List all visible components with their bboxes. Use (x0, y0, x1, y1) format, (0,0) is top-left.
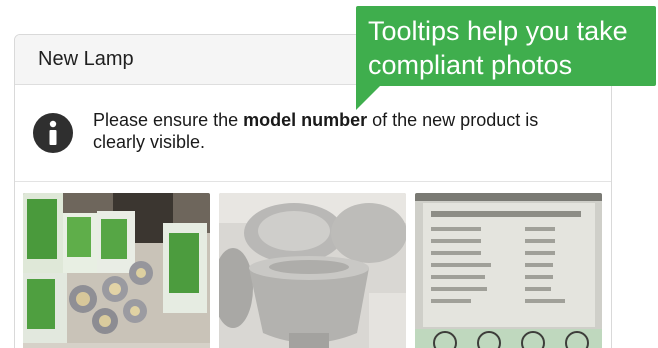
lamp-bulb-photo[interactable] (219, 193, 406, 348)
lamp-boxes-photo[interactable] (23, 193, 210, 348)
notice-text-bold: model number (243, 110, 368, 130)
tooltip-line-1: Tooltips help you take (368, 16, 628, 46)
notice-text-before: Please ensure the (93, 110, 244, 130)
photo-strip (23, 193, 603, 348)
lamp-label-photo[interactable] (415, 193, 602, 348)
tooltip: Tooltips help you take compliant photos (356, 6, 656, 86)
notice-text: Please ensure the model number of the ne… (93, 109, 563, 153)
tooltip-line-2: compliant photos (368, 50, 573, 80)
tooltip-tail (356, 84, 382, 110)
card-title: New Lamp (38, 48, 134, 70)
app-screen: New Lamp Please ensure the model number … (0, 0, 658, 348)
info-icon (33, 113, 73, 153)
info-notice: Please ensure the model number of the ne… (15, 85, 611, 182)
